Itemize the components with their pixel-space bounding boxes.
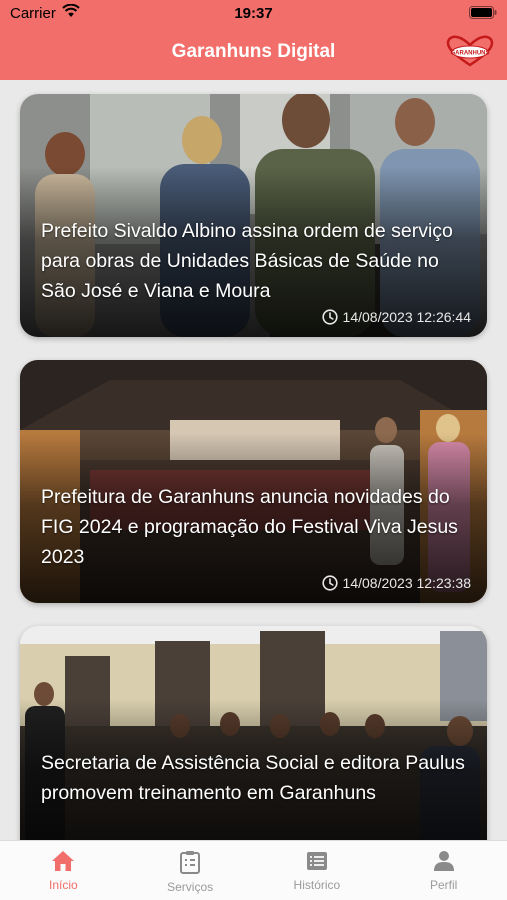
news-title: Secretaria de Assistência Social e edito… bbox=[41, 752, 465, 804]
news-date-text: 14/08/2023 12:26:44 bbox=[342, 309, 471, 325]
news-card[interactable]: Prefeitura de Garanhuns anuncia novidade… bbox=[20, 360, 487, 603]
app-title: Garanhuns Digital bbox=[171, 41, 336, 62]
tab-label: Perfil bbox=[429, 878, 458, 892]
app-header: Carrier 19:37 Garanhuns Digital GARANHUN… bbox=[0, 0, 507, 80]
clock-icon bbox=[321, 575, 338, 591]
clock-time: 19:37 bbox=[234, 5, 273, 22]
news-date: 14/08/2023 12:23:38 bbox=[321, 575, 471, 591]
news-date-text: 14/08/2023 12:23:38 bbox=[342, 575, 471, 591]
news-date: 14/08/2023 12:26:44 bbox=[321, 309, 471, 325]
news-title: Prefeito Sivaldo Albino assina ordem de … bbox=[41, 220, 453, 302]
clock-icon bbox=[321, 309, 338, 325]
clipboard-icon bbox=[180, 851, 201, 874]
list-icon bbox=[306, 852, 327, 870]
person-icon bbox=[433, 851, 454, 871]
tab-servicos[interactable]: Serviços bbox=[127, 841, 254, 900]
news-title: Prefeitura de Garanhuns anuncia novidade… bbox=[41, 486, 458, 568]
tab-label: Serviços bbox=[167, 880, 214, 894]
garanhuns-logo[interactable]: GARANHUNS bbox=[445, 35, 495, 67]
battery-icon bbox=[469, 6, 497, 23]
logo-text: GARANHUNS bbox=[451, 51, 490, 57]
news-feed[interactable]: Prefeito Sivaldo Albino assina ordem de … bbox=[0, 80, 507, 840]
status-bar: Carrier 19:37 bbox=[0, 0, 507, 28]
tab-label: Histórico bbox=[293, 878, 341, 892]
home-icon bbox=[52, 851, 75, 871]
tab-perfil[interactable]: Perfil bbox=[380, 841, 507, 900]
tab-inicio[interactable]: Início bbox=[0, 841, 127, 900]
tab-label: Início bbox=[49, 878, 78, 892]
tab-historico[interactable]: Histórico bbox=[254, 841, 381, 900]
news-card[interactable]: Secretaria de Assistência Social e edito… bbox=[20, 626, 487, 840]
tab-bar: Início Serviços Histórico Perfil bbox=[0, 840, 507, 900]
news-card[interactable]: Prefeito Sivaldo Albino assina ordem de … bbox=[20, 94, 487, 337]
